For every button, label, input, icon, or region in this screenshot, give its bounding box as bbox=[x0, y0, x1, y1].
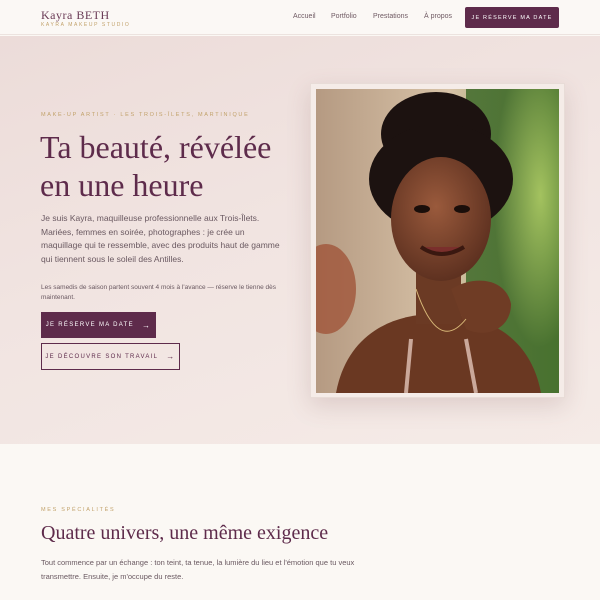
header-reserve-button[interactable]: JE RÉSERVE MA DATE bbox=[465, 7, 559, 28]
nav-portfolio[interactable]: Portfolio bbox=[331, 13, 357, 20]
specialties-title: Quatre univers, une même exigence bbox=[41, 522, 329, 544]
nav-accueil[interactable]: Accueil bbox=[293, 13, 316, 20]
portrait-frame bbox=[310, 83, 565, 398]
nav-prestations[interactable]: Prestations bbox=[373, 13, 408, 20]
specialties-text: Tout commence par un échange : ton teint… bbox=[41, 558, 355, 581]
hero-booking-note: Les samedis de saison partent souvent 4 … bbox=[41, 284, 277, 301]
arrow-right-icon: → bbox=[141, 320, 152, 330]
logo-name[interactable]: Kayra BETH bbox=[41, 8, 110, 23]
hero-title: Ta beauté, révélée en une heure bbox=[40, 129, 272, 203]
nav-a-propos[interactable]: À propos bbox=[424, 13, 452, 20]
arrow-right-icon: → bbox=[166, 352, 176, 361]
site-header: Kayra BETH KAYRA MAKEUP STUDIO Accueil P… bbox=[0, 0, 600, 35]
hero-eyebrow: MAKE-UP ARTIST · LES TROIS-ÎLETS, MARTIN… bbox=[41, 112, 250, 118]
hero-discover-button[interactable]: JE DÉCOUVRE SON TRAVAIL → bbox=[41, 343, 180, 370]
hero-intro-text: Je suis Kayra, maquilleuse professionnel… bbox=[41, 213, 280, 264]
hero-discover-label: JE DÉCOUVRE SON TRAVAIL bbox=[45, 353, 159, 360]
portrait-photo bbox=[316, 89, 559, 393]
logo-tagline: KAYRA MAKEUP STUDIO bbox=[41, 22, 131, 28]
hero-reserve-label: JE RÉSERVE MA DATE bbox=[45, 322, 134, 328]
hero-reserve-button[interactable]: JE RÉSERVE MA DATE → bbox=[41, 312, 156, 338]
specialties-eyebrow: MES SPÉCIALITÉS bbox=[41, 507, 116, 513]
